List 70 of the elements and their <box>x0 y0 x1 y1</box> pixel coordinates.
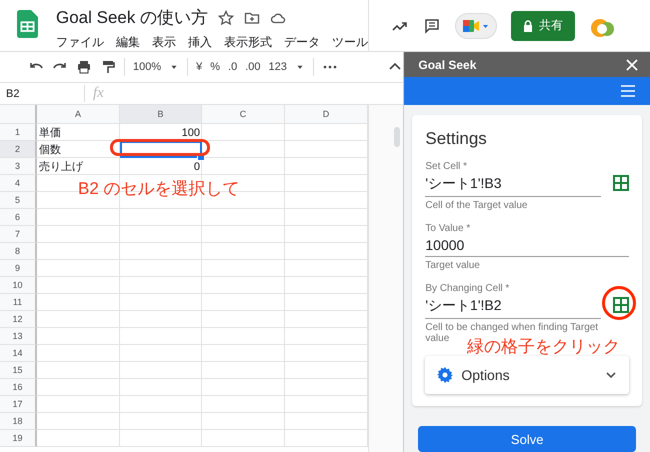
menu-item[interactable]: 表示形式 <box>224 34 272 51</box>
input-field[interactable]: Set Cell * 'シート1'!B3 <box>425 161 601 198</box>
star-icon[interactable] <box>218 10 234 26</box>
row-header[interactable]: 11 <box>0 294 37 311</box>
column-header[interactable]: B <box>120 105 202 124</box>
field-hint: Target value <box>425 260 481 272</box>
row-header[interactable]: 13 <box>0 328 37 345</box>
input-field[interactable]: By Changing Cell * 'シート1'!B2 <box>425 283 601 320</box>
row-header[interactable]: 15 <box>0 362 37 379</box>
row-header[interactable]: 7 <box>0 226 37 243</box>
scrollbar-thumb[interactable] <box>394 127 400 147</box>
format-button[interactable]: .0 <box>228 61 238 73</box>
active-cell[interactable] <box>120 141 202 158</box>
row-header[interactable]: 19 <box>0 430 37 447</box>
grid-icon[interactable] <box>613 297 629 314</box>
row-header[interactable]: 8 <box>0 243 37 260</box>
row-header[interactable]: 10 <box>0 277 37 294</box>
table-cell[interactable]: 売り上げ <box>39 159 83 174</box>
column-header[interactable]: D <box>285 105 368 124</box>
options-button[interactable]: Options <box>425 356 629 394</box>
menu-item[interactable]: データ <box>284 34 320 51</box>
lock-icon <box>523 20 533 32</box>
annotation-text: B2 のセルを選択して <box>78 178 240 200</box>
table-cell[interactable]: 100 <box>182 126 200 138</box>
panel-title: Goal Seek <box>418 58 476 72</box>
solve-button[interactable]: Solve <box>418 426 636 452</box>
print-icon[interactable] <box>76 59 92 75</box>
row-header[interactable]: 3 <box>0 158 37 175</box>
video-camera-icon <box>462 18 490 32</box>
row-header[interactable]: 12 <box>0 311 37 328</box>
menu-item[interactable]: 表示 <box>152 34 176 51</box>
menu-item[interactable]: 挿入 <box>188 34 212 51</box>
row-header[interactable]: 18 <box>0 413 37 430</box>
table-cell[interactable]: 単価 <box>39 125 61 140</box>
close-icon[interactable] <box>624 56 640 73</box>
name-box[interactable]: B2 <box>0 88 72 100</box>
format-button[interactable]: .00 <box>245 61 261 73</box>
menu-item[interactable]: ファイル <box>56 34 104 51</box>
row-header[interactable]: 1 <box>0 124 37 141</box>
gear-icon <box>437 367 454 384</box>
paint-format-icon[interactable] <box>100 59 116 75</box>
input-field[interactable]: To Value * 10000 <box>425 223 629 258</box>
format-button[interactable]: % <box>210 61 220 73</box>
row-header[interactable]: 16 <box>0 379 37 396</box>
grid-icon[interactable] <box>613 175 629 192</box>
row-header[interactable]: 9 <box>0 260 37 277</box>
menu-icon[interactable] <box>620 83 636 100</box>
menu-item[interactable]: ツール <box>332 34 368 51</box>
row-header[interactable]: 5 <box>0 192 37 209</box>
number-format-dropdown[interactable]: 123 <box>268 61 287 73</box>
settings-heading: Settings <box>425 129 488 150</box>
column-header[interactable]: A <box>37 105 120 124</box>
format-button[interactable]: ¥ <box>196 61 202 73</box>
row-header[interactable]: 4 <box>0 175 37 192</box>
document-title[interactable]: Goal Seek の使い方 <box>56 6 208 29</box>
share-button[interactable]: 共有 <box>511 10 575 40</box>
zoom-dropdown[interactable]: 100% <box>133 61 162 73</box>
row-header[interactable]: 17 <box>0 396 37 413</box>
row-header[interactable]: 2 <box>0 141 37 158</box>
comment-icon[interactable] <box>423 18 441 34</box>
menu-item[interactable]: 編集 <box>116 34 140 51</box>
fx-label: fx <box>84 85 104 102</box>
row-header[interactable]: 14 <box>0 345 37 362</box>
table-cell[interactable]: 0 <box>194 160 200 172</box>
table-cell[interactable]: 個数 <box>39 142 61 157</box>
sheets-logo[interactable] <box>17 8 38 40</box>
meet-button[interactable] <box>455 12 497 38</box>
column-header[interactable]: C <box>202 105 285 124</box>
field-hint: Cell of the Target value <box>425 200 528 212</box>
row-header[interactable]: 6 <box>0 209 37 226</box>
